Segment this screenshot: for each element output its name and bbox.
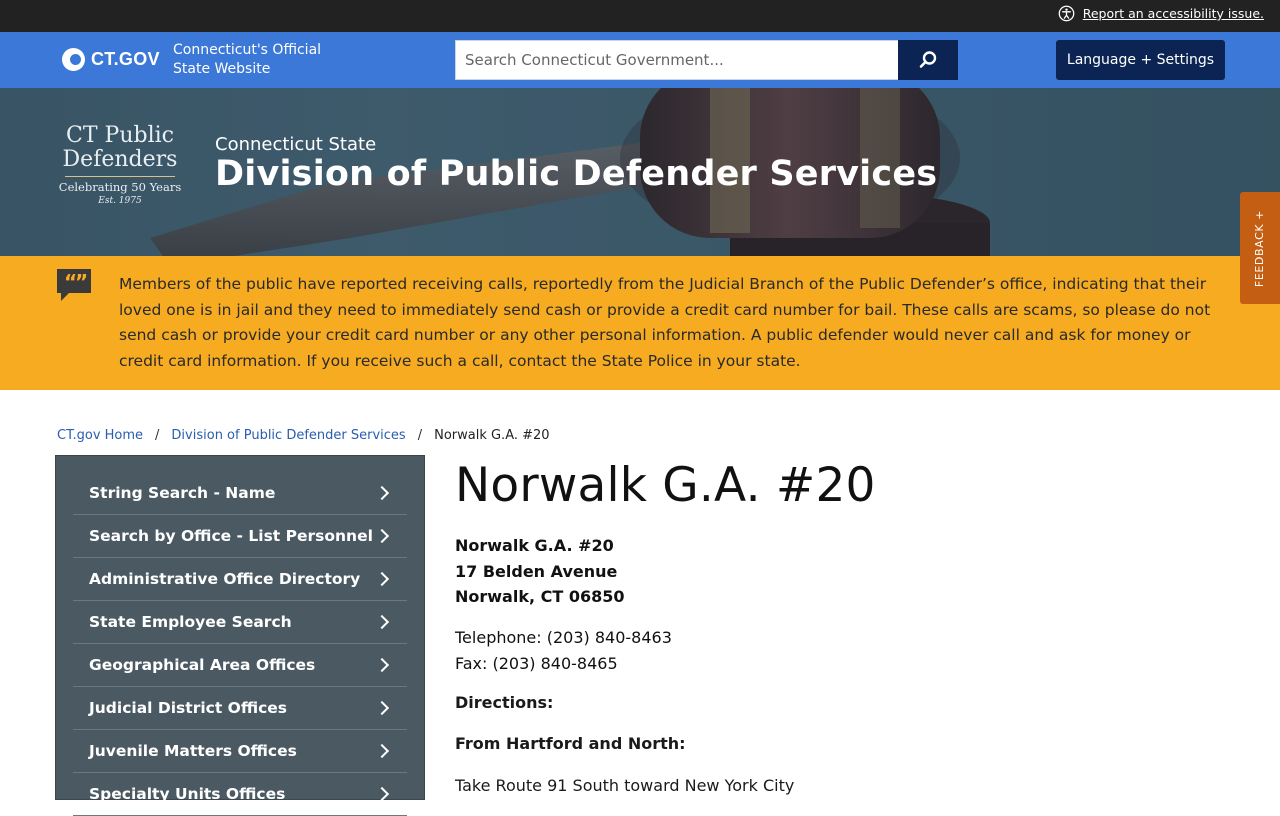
breadcrumb: CT.gov Home / Division of Public Defende… [57, 428, 550, 443]
accessibility-report-link[interactable]: Report an accessibility issue. [1058, 5, 1264, 22]
language-settings-button[interactable]: Language + Settings [1056, 40, 1225, 80]
ctgov-logo-icon [62, 48, 85, 71]
chevron-right-icon [374, 571, 390, 587]
page-title: Norwalk G.A. #20 [455, 458, 876, 513]
agency-title[interactable]: Division of Public Defender Services [215, 154, 937, 194]
sidenav-item-label: String Search - Name [89, 484, 276, 502]
hero-kicker: Connecticut State [215, 134, 377, 155]
alert-message: Members of the public have reported rece… [119, 275, 1211, 371]
office-address: Norwalk G.A. #20 17 Belden Avenue Norwal… [455, 533, 625, 610]
accessibility-icon [1058, 5, 1075, 22]
search-icon [919, 51, 937, 68]
fax: Fax: (203) 840-8465 [455, 654, 618, 673]
telephone: Telephone: (203) 840-8463 [455, 628, 672, 647]
sidenav-item-label: Geographical Area Offices [89, 656, 316, 674]
chevron-right-icon [374, 485, 390, 501]
logo-line-4: Est. 1975 [98, 196, 142, 206]
chevron-right-icon [374, 700, 390, 716]
ctgov-logo-text: CT.GOV [91, 49, 160, 69]
breadcrumb-division-link[interactable]: Division of Public Defender Services [171, 428, 405, 443]
breadcrumb-separator: / [155, 428, 160, 443]
ctgov-header: CT.GOV Connecticut's Official State Webs… [0, 32, 1280, 88]
quote-bubble-icon: “ ” [57, 269, 91, 301]
chevron-right-icon [374, 528, 390, 544]
ctgov-tagline: Connecticut's Official State Website [173, 41, 353, 79]
sidenav-item-employee-search[interactable]: State Employee Search [73, 601, 407, 644]
sidenav-item-label: Specialty Units Offices [89, 785, 286, 803]
breadcrumb-separator: / [417, 428, 423, 443]
route-instructions: Take Route 91 South toward New York City [455, 776, 795, 795]
logo-line-1: CT Public [66, 123, 174, 148]
tagline-line-1: Connecticut's Official [173, 42, 322, 58]
sidenav-item-jd-offices[interactable]: Judicial District Offices [73, 687, 407, 730]
feedback-tab-label: FEEDBACK + [1253, 209, 1267, 287]
sidenav-item-label: Search by Office - List Personnel [89, 527, 373, 545]
site-search-input[interactable] [455, 40, 899, 80]
logo-line-3: Celebrating 50 Years [58, 180, 182, 194]
sidenav-item-label: Judicial District Offices [89, 699, 288, 717]
address-line-3: Norwalk, CT 06850 [455, 587, 625, 607]
sidenav-item-juvenile-offices[interactable]: Juvenile Matters Offices [73, 730, 407, 773]
agency-hero: CT Public Defenders Celebrating 50 Years… [0, 88, 1280, 256]
chevron-right-icon [374, 786, 390, 802]
accessibility-link-label: Report an accessibility issue. [1082, 6, 1264, 21]
svg-text:”: ” [75, 270, 88, 294]
sidenav-item-ga-offices[interactable]: Geographical Area Offices [73, 644, 407, 687]
breadcrumb-current: Norwalk G.A. #20 [434, 428, 550, 443]
ctgov-logo[interactable]: CT.GOV [62, 48, 160, 71]
search-button[interactable] [898, 40, 958, 80]
tagline-line-2: State Website [173, 61, 271, 77]
side-navigation: String Search - Name Search by Office - … [55, 455, 425, 816]
sidenav-item-label: State Employee Search [89, 613, 292, 631]
address-line-1: Norwalk G.A. #20 [455, 536, 614, 555]
sidenav-item-search-by-office[interactable]: Search by Office - List Personnel [73, 515, 407, 558]
address-line-2: 17 Belden Avenue [455, 561, 618, 581]
sidenav-item-label: Juvenile Matters Offices [89, 742, 297, 760]
utility-bar: Report an accessibility issue. [0, 0, 1280, 32]
chevron-right-icon [374, 657, 390, 673]
feedback-tab[interactable]: FEEDBACK + [1240, 192, 1280, 304]
scam-alert-banner: “ ” Members of the public have reported … [0, 256, 1280, 390]
sidenav-item-label: Administrative Office Directory [89, 570, 361, 588]
chevron-right-icon [374, 614, 390, 630]
office-contact: Telephone: (203) 840-8463 Fax: (203) 840… [455, 625, 672, 677]
from-hartford-heading: From Hartford and North: [455, 734, 686, 753]
chevron-right-icon [374, 743, 390, 759]
ct-public-defenders-logo[interactable]: CT Public Defenders Celebrating 50 Years… [58, 123, 182, 207]
breadcrumb-home-link[interactable]: CT.gov Home [57, 428, 143, 443]
sidenav-item-specialty-offices[interactable]: Specialty Units Offices [73, 773, 407, 816]
sidenav-item-string-search[interactable]: String Search - Name [73, 456, 407, 515]
logo-line-2: Defenders [62, 147, 178, 172]
directions-heading: Directions: [455, 693, 554, 712]
logo-divider [65, 176, 175, 177]
sidenav-item-admin-directory[interactable]: Administrative Office Directory [73, 558, 407, 601]
